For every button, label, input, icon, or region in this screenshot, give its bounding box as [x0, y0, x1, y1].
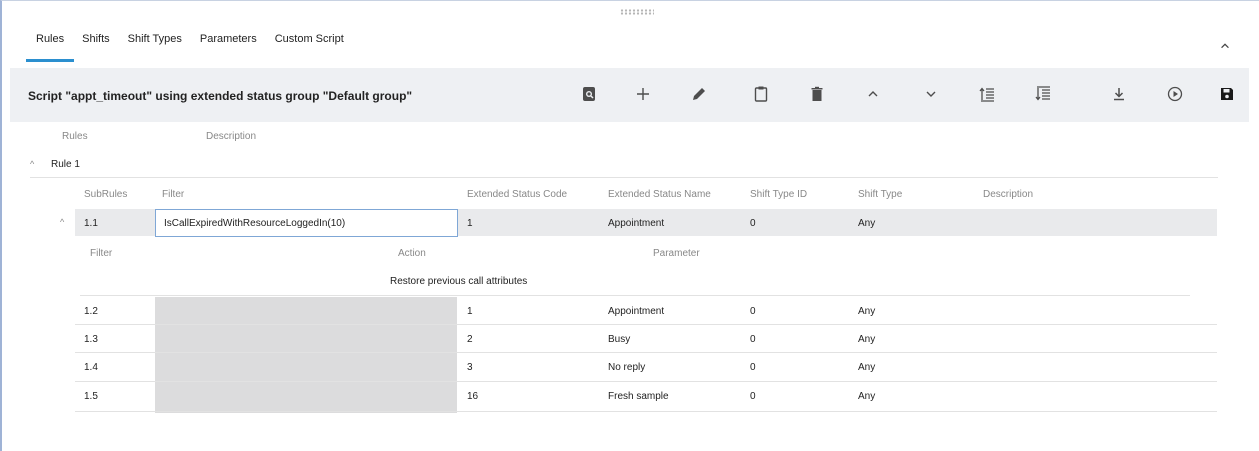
extended-status-code: 16 [467, 391, 479, 402]
divider [80, 295, 1190, 296]
shift-type: Any [858, 306, 876, 317]
script-toolbar: Script "appt_timeout" using extended sta… [10, 68, 1249, 122]
shift-type-id: 0 [750, 391, 756, 402]
shift-type-id: 0 [750, 306, 756, 317]
shift-type-column-header: Shift Type [858, 189, 903, 200]
edit-icon[interactable] [688, 83, 710, 105]
action-column-header: Action [398, 248, 426, 259]
move-top-icon[interactable] [976, 83, 998, 105]
run-icon[interactable] [1164, 83, 1186, 105]
delete-icon[interactable] [806, 83, 828, 105]
shift-type-id-column-header: Shift Type ID [750, 189, 808, 200]
download-icon[interactable] [1108, 83, 1130, 105]
tab-shift-types[interactable]: Shift Types [128, 33, 182, 63]
rule-row[interactable]: ^ Rule 1 [30, 159, 80, 170]
shift-type-id: 0 [750, 362, 756, 373]
divider [75, 411, 1217, 412]
filter-column-header: Filter [162, 189, 185, 200]
tab-rules[interactable]: Rules [25, 33, 75, 63]
rules-column-header: Rules [62, 131, 88, 142]
extended-status-name: Busy [608, 334, 631, 345]
extended-status-name-column-header: Extended Status Name [608, 189, 711, 200]
extended-status-code: 2 [467, 334, 473, 345]
subrule-id[interactable]: 1.5 [84, 391, 98, 402]
divider [30, 177, 1218, 178]
divider [75, 352, 1217, 353]
extended-status-name: Appointment [608, 218, 665, 229]
action-value[interactable]: Restore previous call attributes [390, 276, 527, 287]
shift-type: Any [858, 218, 876, 229]
extended-status-code: 1 [467, 218, 473, 229]
collapse-panel-icon[interactable] [1218, 40, 1232, 54]
extended-status-name: Fresh sample [608, 391, 669, 402]
paste-icon[interactable] [750, 83, 772, 105]
subrule-id: 1.1 [84, 218, 98, 229]
collapse-rule-icon[interactable]: ^ [30, 159, 34, 169]
tab-custom-script[interactable]: Custom Script [275, 33, 344, 63]
collapse-subrule-icon[interactable]: ^ [60, 217, 64, 227]
subrule-filter: IsCallExpiredWithResourceLoggedIn(10) [164, 218, 346, 229]
extended-status-code: 1 [467, 306, 473, 317]
tab-bar: Rules Shifts Shift Types Parameters Cust… [25, 33, 362, 63]
move-down-icon[interactable] [920, 83, 942, 105]
action-filter-column-header: Filter [90, 248, 113, 259]
subrule-id[interactable]: 1.3 [84, 334, 98, 345]
divider [75, 381, 1217, 382]
parameter-column-header: Parameter [653, 248, 700, 259]
extended-status-code: 3 [467, 362, 473, 373]
extended-status-name: No reply [608, 362, 646, 373]
add-icon[interactable] [632, 83, 654, 105]
extended-status-code-column-header: Extended Status Code [467, 189, 568, 200]
description-column-header: Description [206, 131, 257, 142]
save-icon[interactable] [1216, 83, 1238, 105]
script-title: Script "appt_timeout" using extended sta… [28, 89, 413, 103]
subrule-id[interactable]: 1.4 [84, 362, 98, 373]
shift-type-id: 0 [750, 334, 756, 345]
rule-name: Rule 1 [51, 159, 80, 170]
disabled-filter-area [155, 297, 457, 413]
subrule-id[interactable]: 1.2 [84, 306, 98, 317]
move-bottom-icon[interactable] [1032, 83, 1054, 105]
shift-type: Any [858, 334, 876, 345]
preview-icon[interactable] [578, 83, 600, 105]
shift-type: Any [858, 391, 876, 402]
subrule-description-column-header: Description [983, 189, 1034, 200]
subrules-column-header: SubRules [84, 189, 128, 200]
tab-shifts[interactable]: Shifts [82, 33, 110, 63]
tab-parameters[interactable]: Parameters [200, 33, 257, 63]
extended-status-name: Appointment [608, 306, 665, 317]
divider [75, 324, 1217, 325]
resize-handle[interactable] [620, 9, 654, 15]
shift-type-id: 0 [750, 218, 756, 229]
move-up-icon[interactable] [862, 83, 884, 105]
shift-type: Any [858, 362, 876, 373]
